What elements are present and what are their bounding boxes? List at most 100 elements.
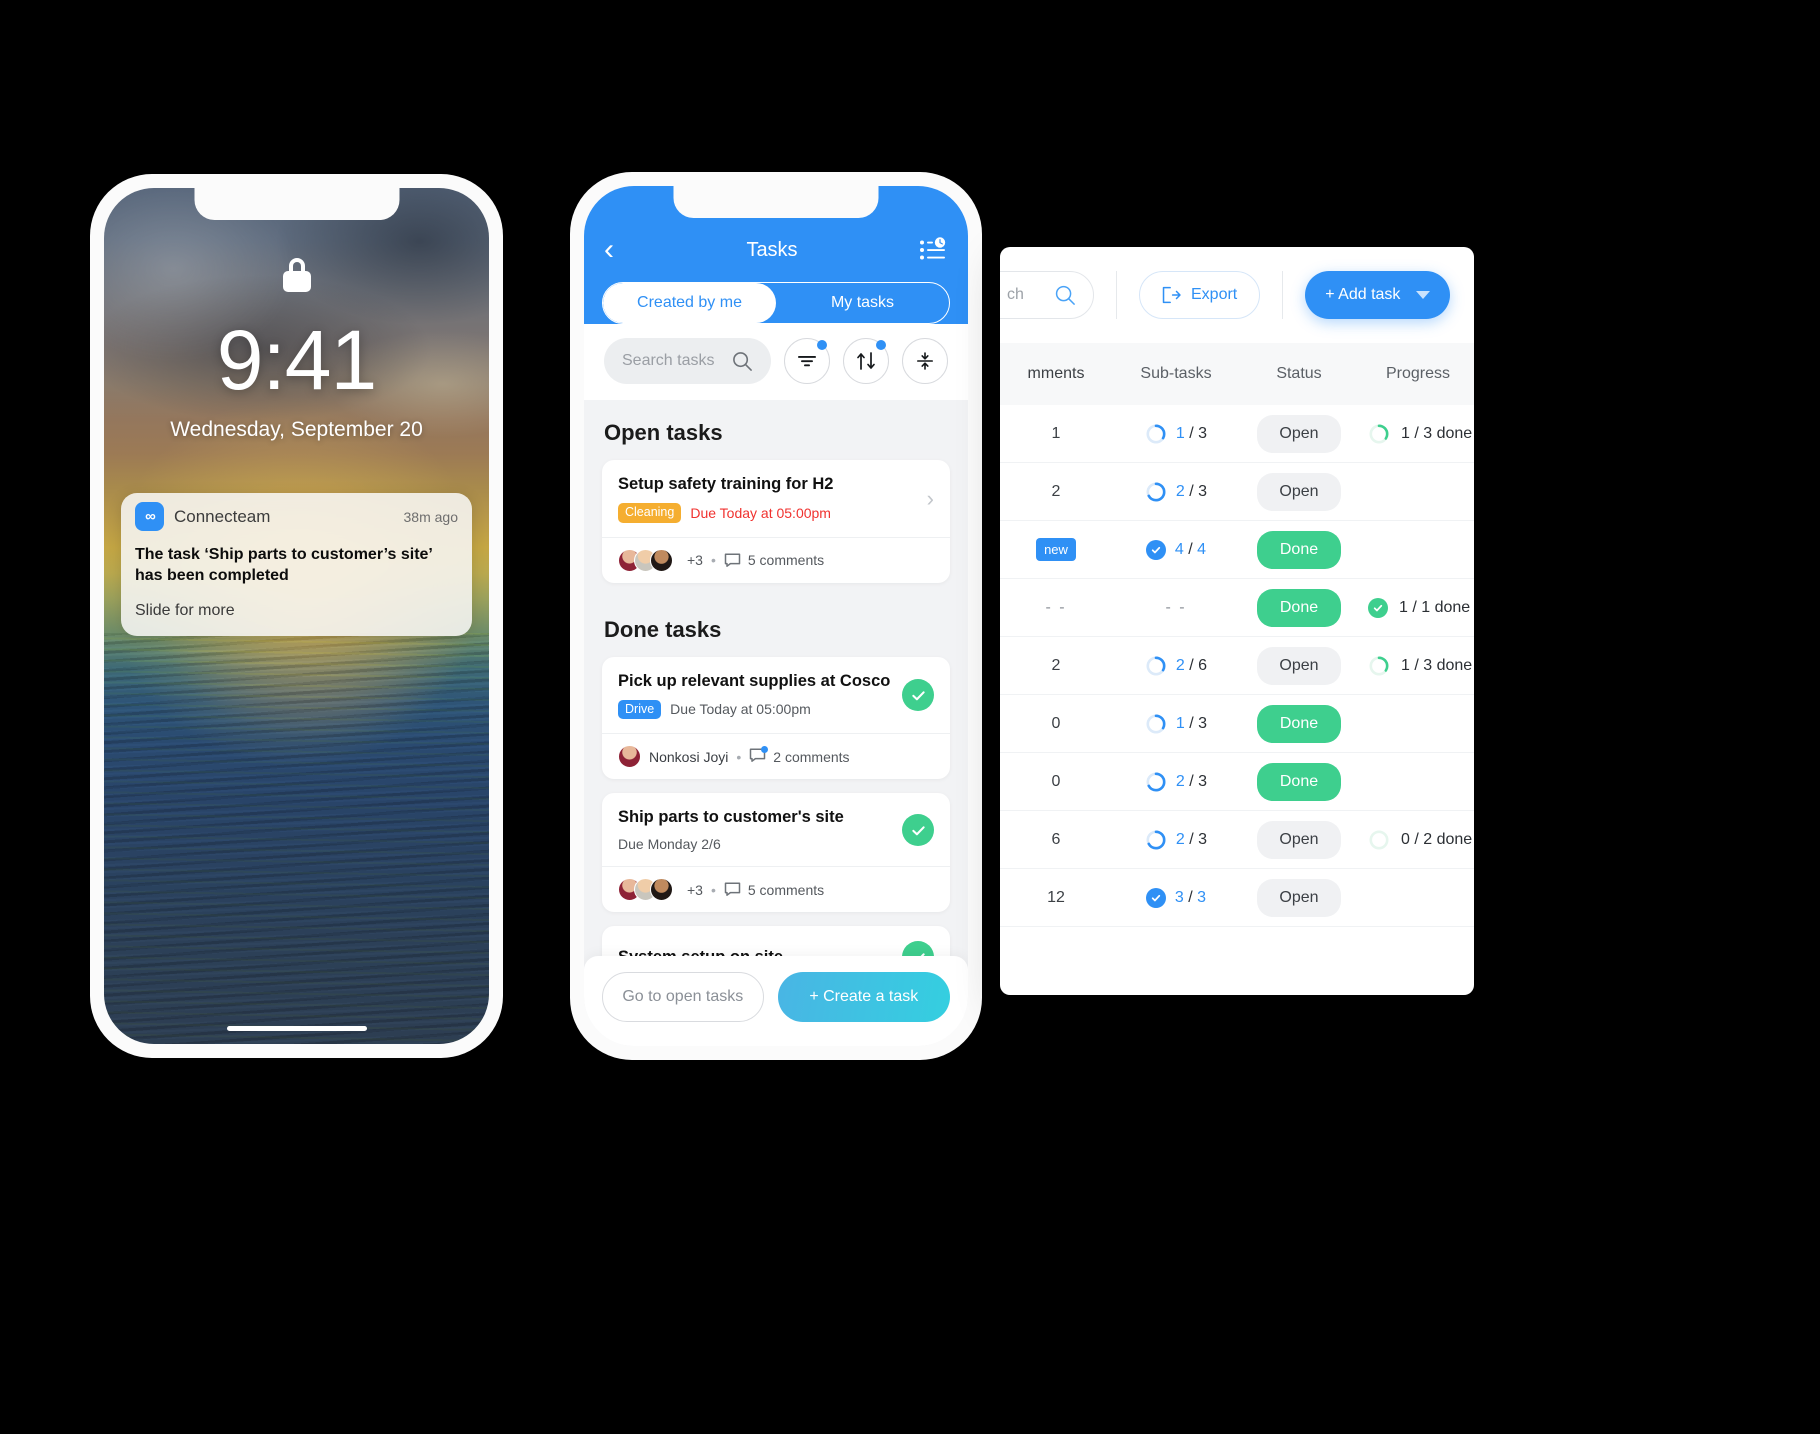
desktop-search-text: ch (1007, 286, 1024, 303)
avatar (650, 878, 673, 901)
task-card[interactable]: Ship parts to customer's site Due Monday… (602, 793, 950, 912)
comment-icon (724, 882, 741, 896)
table-body: 1 1 / 3 Open 1 / 3 done 2 2 / 3 Open new… (1000, 405, 1474, 927)
cell-status: Open (1240, 878, 1358, 917)
extra-assignees-count: +3 (687, 552, 703, 568)
cell-subtasks: 1 / 3 (1112, 423, 1240, 445)
status-badge[interactable]: Open (1257, 820, 1341, 859)
desktop-search-input[interactable]: ch (1000, 271, 1094, 319)
task-list[interactable]: Open tasks Setup safety training for H2 … (584, 400, 968, 956)
progress-ring-icon (1369, 830, 1389, 849)
comments-count[interactable]: 5 comments (724, 882, 824, 898)
table-row[interactable]: 1 1 / 3 Open 1 / 3 done (1000, 405, 1474, 463)
toolbar-divider (1282, 271, 1284, 319)
sort-button[interactable] (843, 338, 889, 384)
progress-ring-icon (1146, 424, 1166, 443)
task-card[interactable]: Pick up relevant supplies at Cosco Drive… (602, 656, 950, 779)
task-done-check-icon[interactable] (902, 941, 934, 956)
status-badge[interactable]: Open (1257, 646, 1341, 685)
status-badge[interactable]: Open (1257, 472, 1341, 511)
table-row[interactable]: 12 3 / 3 Open (1000, 869, 1474, 927)
table-row[interactable]: 0 2 / 3 Done (1000, 753, 1474, 811)
task-label-chip: Cleaning (618, 503, 682, 523)
status-badge[interactable]: Open (1257, 414, 1341, 453)
progress-ring-icon (1146, 656, 1166, 675)
desktop-toolbar: ch Export + Add task (1000, 247, 1474, 343)
export-icon (1162, 286, 1181, 304)
phone-notch (673, 186, 879, 218)
comments-label: 5 comments (747, 881, 825, 898)
chevron-left-icon[interactable]: ‹ (604, 235, 626, 265)
table-row[interactable]: - - - - Done 1 / 1 done (1000, 579, 1474, 637)
section-title-open: Open tasks (604, 420, 723, 445)
complete-check-icon (1368, 597, 1388, 618)
task-card[interactable]: Setup safety training for H2 Cleaning Du… (602, 460, 950, 583)
home-indicator[interactable] (226, 1026, 367, 1031)
cell-comments: 6 (1000, 831, 1112, 849)
column-header-status: Status (1276, 365, 1322, 382)
avatar (650, 548, 673, 572)
notification-banner[interactable]: ∞ Connecteam 38m ago The task ‘Ship part… (121, 493, 472, 636)
column-header-progress: Progress (1386, 365, 1451, 382)
screenshot-stage: 9:41 Wednesday, September 20 ∞ Connectea… (0, 0, 1820, 1434)
filter-button[interactable] (784, 338, 830, 384)
status-badge[interactable]: Open (1257, 878, 1341, 917)
table-row[interactable]: 0 1 / 3 Done (1000, 695, 1474, 753)
toolbar-divider (1116, 271, 1117, 319)
status-badge[interactable]: Done (1257, 704, 1341, 743)
lock-screen-content: 9:41 Wednesday, September 20 (104, 188, 489, 442)
connecteam-logo-icon: ∞ (135, 502, 164, 531)
assignee-name: Nonkosi Joyi (649, 748, 729, 765)
create-task-button[interactable]: + Create a task (777, 972, 950, 1022)
table-row[interactable]: 2 2 / 3 Open (1000, 463, 1474, 521)
separator-dot: • (736, 748, 742, 765)
progress-ring-icon (1146, 482, 1166, 501)
export-button[interactable]: Export (1139, 271, 1261, 319)
subtasks-fraction: 2 / 3 (1175, 772, 1208, 790)
comments-count[interactable]: 5 comments (724, 552, 824, 568)
tab-created-by-me[interactable]: Created by me (603, 283, 776, 323)
status-badge[interactable]: Done (1257, 762, 1341, 801)
subtasks-fraction: 4 / 4 (1174, 540, 1207, 558)
comments-value: 0 (1051, 772, 1061, 790)
search-input[interactable]: Search tasks (604, 338, 771, 384)
chevron-right-icon[interactable]: › (917, 486, 934, 512)
app-footer: Go to open tasks + Create a task (584, 956, 968, 1046)
search-icon (1055, 285, 1075, 305)
notification-subtitle: Slide for more (135, 601, 235, 619)
clock-date: Wednesday, September 20 (170, 418, 423, 441)
cell-progress: 1 / 3 done (1358, 655, 1474, 677)
task-done-check-icon[interactable] (902, 814, 934, 846)
task-done-check-icon[interactable] (902, 679, 934, 712)
table-row[interactable]: 6 2 / 3 Open 0 / 2 done (1000, 811, 1474, 869)
table-row[interactable]: 2 2 / 6 Open 1 / 3 done (1000, 637, 1474, 695)
caret-down-icon[interactable] (1416, 291, 1431, 299)
comments-value: 0 (1051, 714, 1061, 732)
go-to-open-tasks-button[interactable]: Go to open tasks (602, 972, 764, 1022)
cell-progress: 0 / 2 done (1358, 829, 1474, 851)
comments-value: 2 (1051, 656, 1061, 674)
status-badge[interactable]: Done (1257, 588, 1341, 627)
list-clock-icon[interactable] (918, 237, 948, 263)
cell-comments: 1 (1000, 425, 1112, 443)
cell-comments: 2 (1000, 657, 1112, 675)
table-header: mments Sub-tasks Status Progress (1000, 343, 1474, 405)
table-row[interactable]: new 4 / 4 Done (1000, 521, 1474, 579)
status-badge[interactable]: Done (1257, 530, 1341, 569)
add-task-button[interactable]: + Add task (1305, 271, 1451, 319)
collapse-button[interactable] (902, 338, 948, 384)
cell-progress: 1 / 3 done (1358, 423, 1474, 445)
progress-ring-icon (1146, 830, 1166, 849)
tab-my-tasks[interactable]: My tasks (776, 283, 949, 323)
separator-dot: • (710, 552, 716, 568)
column-header-subtasks: Sub-tasks (1140, 365, 1212, 382)
task-card[interactable]: System setup on site (602, 926, 950, 956)
separator-dot: • (710, 881, 716, 898)
progress-ring-icon (1369, 656, 1389, 675)
task-label-chip: Drive (618, 699, 662, 719)
notification-timestamp: 38m ago (403, 508, 458, 525)
comments-count[interactable]: 2 comments (749, 745, 850, 766)
notification-header: ∞ Connecteam 38m ago (121, 493, 472, 538)
progress-ring-icon (1146, 714, 1166, 733)
subtasks-fraction: 3 / 3 (1174, 888, 1207, 906)
